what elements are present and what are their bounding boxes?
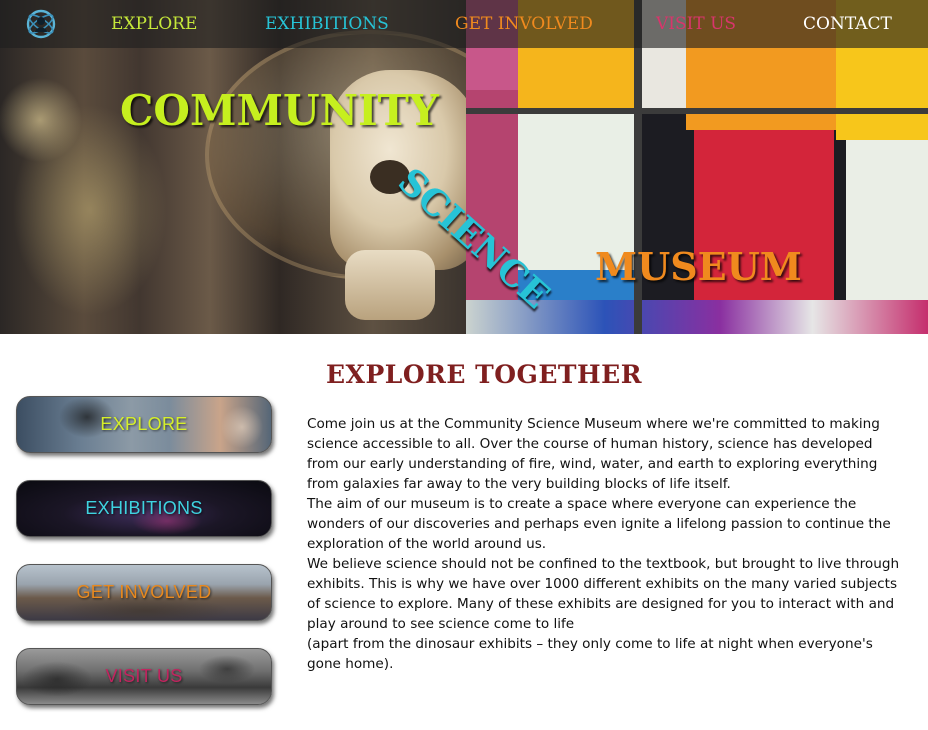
intro-text: Come join us at the Community Science Mu… [307,414,907,674]
intro-paragraph: Come join us at the Community Science Mu… [307,416,880,492]
side-button-explore-label: EXPLORE [100,414,188,434]
intro-paragraph: (apart from the dinosaur exhibits – they… [307,636,873,672]
nav-visit-us[interactable]: VISIT US [656,13,736,35]
nav-get-involved[interactable]: GET INVOLVED [455,13,593,35]
top-nav-bar: EXPLORE EXHIBITIONS GET INVOLVED VISIT U… [0,0,928,48]
side-button-visit-us-label: VISIT US [105,666,183,686]
side-button-get-involved[interactable]: GET INVOLVED [16,564,272,621]
side-button-exhibitions[interactable]: EXHIBITIONS [16,480,272,537]
intro-paragraph: We believe science should not be confine… [307,556,900,632]
side-button-explore[interactable]: EXPLORE [16,396,272,453]
side-button-exhibitions-label: EXHIBITIONS [85,498,203,518]
hero-banner: EXPLORE EXHIBITIONS GET INVOLVED VISIT U… [0,0,928,334]
hero-title-museum: MUSEUM [595,244,802,289]
hero-title-community: COMMUNITY [120,86,439,135]
intro-paragraph: The aim of our museum is to create a spa… [307,496,891,552]
page-heading: EXPLORE TOGETHER [326,360,642,389]
side-button-get-involved-label: GET INVOLVED [76,582,212,602]
skull-jaw [345,250,435,320]
side-button-visit-us[interactable]: VISIT US [16,648,272,705]
nav-contact[interactable]: CONTACT [803,13,892,35]
nav-explore[interactable]: EXPLORE [111,13,197,35]
nav-exhibitions[interactable]: EXHIBITIONS [265,13,389,35]
atom-logo-icon[interactable] [26,8,56,40]
